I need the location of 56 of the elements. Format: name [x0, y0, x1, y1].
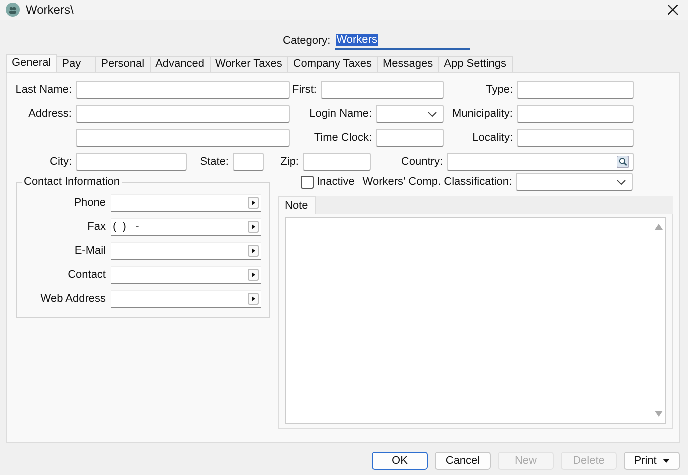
- group-title: Contact Information: [22, 176, 122, 188]
- dialog-button[interactable]: OK: [372, 452, 428, 470]
- dropdown-field[interactable]: [516, 173, 633, 191]
- close-icon[interactable]: [668, 5, 678, 15]
- search-icon[interactable]: [617, 156, 629, 168]
- field-label: Country:: [401, 156, 443, 168]
- dialog-button[interactable]: Cancel: [435, 452, 491, 470]
- window-title: Workers\: [26, 3, 74, 17]
- field-label: Web Address: [40, 293, 106, 305]
- input-field[interactable]: [76, 105, 290, 123]
- field-label: Last Name:: [16, 84, 72, 96]
- tab[interactable]: Company Taxes: [287, 56, 378, 72]
- input-field[interactable]: [76, 129, 290, 147]
- tab[interactable]: Pay: [56, 56, 96, 72]
- input-field[interactable]: [517, 81, 634, 99]
- field-label: Login Name:: [310, 108, 372, 120]
- category-label: Category:: [283, 35, 331, 47]
- field-label: Address:: [28, 108, 72, 120]
- caret-icon: [662, 459, 670, 463]
- input-field[interactable]: [321, 81, 444, 99]
- input-field[interactable]: [303, 153, 371, 171]
- field-label: Phone: [74, 197, 106, 209]
- field-label: State:: [200, 156, 229, 168]
- dropdown-field[interactable]: [376, 105, 444, 123]
- field-label: Zip:: [280, 156, 299, 168]
- input-field[interactable]: [233, 153, 264, 171]
- field-label: Municipality:: [452, 108, 513, 120]
- input-field[interactable]: [517, 129, 634, 147]
- field-label: First:: [292, 84, 317, 96]
- dialog-button[interactable]: Print: [624, 452, 680, 470]
- tab[interactable]: General: [6, 54, 58, 72]
- field-label: Time Clock:: [314, 132, 372, 144]
- field-value: ( ) -: [113, 221, 140, 233]
- tab[interactable]: App Settings: [438, 56, 513, 72]
- field-label: Locality:: [472, 132, 513, 144]
- input-field[interactable]: [447, 153, 634, 171]
- scroll-down-icon[interactable]: [655, 411, 663, 417]
- note-tab[interactable]: Note: [278, 196, 316, 214]
- field-label: Fax: [88, 221, 106, 233]
- field-label: City:: [50, 156, 72, 168]
- field-label: E-Mail: [74, 245, 106, 257]
- field-label: Workers' Comp. Classification:: [362, 176, 512, 188]
- people-icon: [6, 3, 20, 17]
- chevron-icon: [617, 180, 626, 184]
- input-field[interactable]: [76, 81, 290, 99]
- input-field[interactable]: [517, 105, 634, 123]
- input-field[interactable]: [376, 129, 444, 147]
- input-field[interactable]: [76, 153, 187, 171]
- input-field[interactable]: ( ) -: [111, 218, 261, 236]
- field-label: Type:: [486, 84, 513, 96]
- chevron-icon: [428, 112, 437, 116]
- tab[interactable]: Messages: [377, 56, 440, 72]
- category-field[interactable]: Workers: [334, 32, 470, 50]
- note-field[interactable]: [285, 217, 666, 424]
- field-label: Contact: [68, 269, 106, 281]
- scroll-up-icon[interactable]: [655, 224, 663, 230]
